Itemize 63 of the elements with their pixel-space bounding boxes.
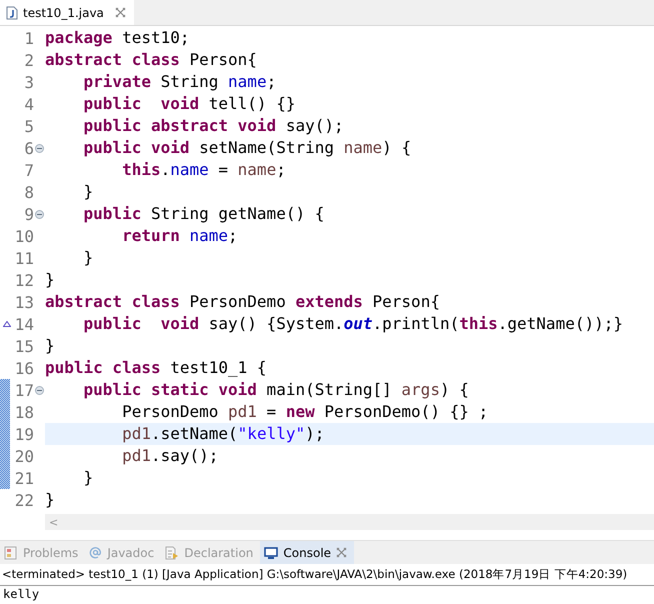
line-number: 18 (14, 402, 34, 422)
line-number: 7 (23, 160, 34, 180)
code-line: } (82, 181, 94, 203)
editor-tab[interactable]: test10_1.java (0, 0, 134, 25)
problems-icon (4, 546, 18, 560)
code-line: package test10; (45, 27, 190, 49)
code-line: abstract class Person{ (45, 49, 258, 71)
collapse-icon[interactable] (35, 210, 44, 218)
code-line: public void setName(String name) { (82, 137, 412, 159)
line-number: 11 (14, 248, 34, 268)
line-number: 9 (23, 204, 34, 224)
line-number: 21 (14, 468, 34, 488)
line-number: 19 (14, 424, 34, 444)
at-sign-icon (89, 546, 102, 559)
collapse-icon[interactable] (35, 144, 44, 152)
code-line: this.name = name; (121, 159, 287, 181)
code-line: return name; (121, 225, 239, 247)
line-number: 14 (14, 314, 34, 334)
code-line: } (45, 335, 56, 357)
line-number: 2 (23, 50, 34, 70)
horizontal-scrollbar[interactable]: < (45, 514, 654, 530)
view-tab[interactable]: Declaration (161, 541, 260, 564)
line-number: 13 (14, 292, 34, 312)
close-icon[interactable] (114, 7, 126, 18)
code-line: public abstract void say(); (82, 115, 345, 137)
console-header: <terminated> test10_1 (1) [Java Application] G:\software\JAVA\2\bin\javaw.exe (2018年7月19日 下午4:20:39) (0, 564, 654, 586)
code-line: } (45, 269, 56, 291)
declaration-icon (165, 546, 180, 560)
code-line: public class test10_1 { (45, 357, 268, 379)
java-file-icon (6, 6, 18, 20)
tab-title: test10_1.java (23, 6, 104, 20)
console-icon (264, 546, 278, 560)
view-tab[interactable]: Javadoc (85, 541, 162, 564)
view-tab[interactable]: Problems (0, 541, 86, 564)
code-line: } (45, 489, 56, 511)
code-line: pd1.say(); (121, 445, 220, 467)
line-number: 17 (14, 380, 34, 400)
code-line: PersonDemo pd1 = new PersonDemo() {} ; (121, 401, 490, 423)
code-line: public String getName() { (82, 203, 326, 225)
line-number: 22 (14, 490, 34, 510)
line-number: 15 (14, 336, 34, 356)
code-line: } (82, 467, 94, 489)
line-number: 12 (14, 270, 34, 290)
view-tab[interactable]: Console (260, 541, 354, 564)
console-output: kelly (2, 586, 40, 602)
line-number: 1 (23, 28, 34, 48)
close-icon[interactable] (336, 547, 348, 558)
code-line: public void tell() {} (82, 93, 296, 115)
line-number: 20 (14, 446, 34, 466)
line-number: 5 (23, 116, 34, 136)
collapse-icon[interactable] (35, 386, 44, 394)
code-line: abstract class PersonDemo extends Person{ (45, 291, 441, 313)
line-number: 8 (23, 182, 34, 202)
line-number: 16 (14, 358, 34, 378)
code-line: public void say() {System.out.println(this.getName());} (82, 313, 624, 335)
line-number: 3 (23, 72, 34, 92)
code-line: } (82, 247, 94, 269)
scroll-left-button[interactable]: < (45, 516, 58, 528)
line-number: 6 (23, 138, 34, 158)
code-line: private String name; (82, 71, 278, 93)
line-number: 4 (23, 94, 34, 114)
line-number: 10 (14, 226, 34, 246)
code-line: public static void main(String[] args) { (82, 379, 470, 401)
